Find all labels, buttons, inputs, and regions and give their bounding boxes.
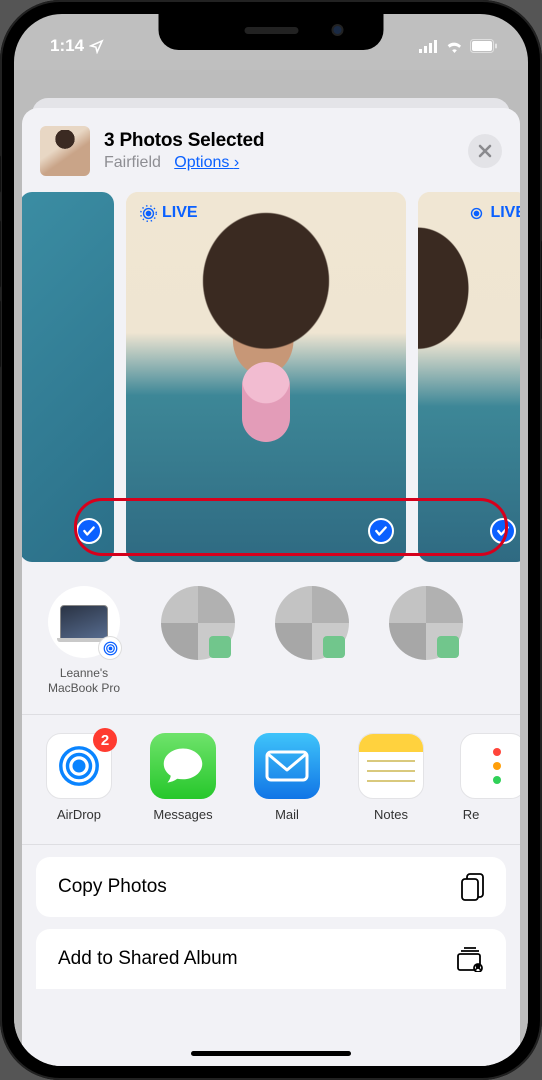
app-messages[interactable]: Messages [148, 733, 218, 822]
share-sheet-header: 3 Photos Selected Fairfield Options › [22, 108, 520, 192]
app-label: Mail [252, 807, 322, 822]
selection-check-icon[interactable] [76, 518, 102, 544]
photo-thumbnail-next[interactable]: LIVE [418, 192, 520, 562]
volume-up-button [0, 220, 1, 288]
live-badge: LIVE [140, 204, 198, 222]
screen: 1:14 3 Photos Selected Fairfield Options… [14, 14, 528, 1066]
cellular-signal-icon [419, 40, 439, 53]
airdrop-contact-device[interactable]: Leanne's MacBook Pro [42, 586, 126, 696]
app-mail[interactable]: Mail [252, 733, 322, 822]
app-badge: 2 [93, 728, 117, 752]
location-arrow-icon [89, 39, 104, 54]
copy-icon [460, 872, 486, 902]
share-apps-row[interactable]: 2 AirDrop Messages Mail [22, 715, 520, 836]
airdrop-contact-blurred[interactable] [270, 586, 354, 696]
live-badge: LIVE [468, 204, 520, 222]
close-button[interactable] [468, 134, 502, 168]
airdrop-icon [56, 743, 102, 789]
app-label: Notes [356, 807, 426, 822]
action-add-to-shared-album[interactable]: Add to Shared Album [36, 929, 506, 989]
app-label: AirDrop [44, 807, 114, 822]
volume-down-button [0, 300, 1, 368]
airdrop-contact-blurred[interactable] [156, 586, 240, 696]
messages-icon [162, 746, 204, 786]
notes-icon [358, 733, 424, 799]
phone-frame: 1:14 3 Photos Selected Fairfield Options… [0, 0, 542, 1080]
wifi-icon [445, 39, 464, 53]
airdrop-contact-label: Leanne's MacBook Pro [42, 666, 126, 696]
selection-title: 3 Photos Selected [104, 130, 454, 152]
live-photo-icon [140, 205, 157, 222]
airdrop-contacts-row[interactable]: Leanne's MacBook Pro [22, 562, 520, 706]
live-photo-icon [468, 205, 485, 222]
notch [159, 14, 384, 50]
app-label: Re [460, 807, 482, 822]
actions-list: Copy Photos Add to Shared Album [22, 845, 520, 989]
macbook-icon [60, 605, 108, 639]
photo-thumbnail-main[interactable]: LIVE [126, 192, 406, 562]
options-link[interactable]: Options › [174, 154, 239, 171]
airdrop-badge-icon [98, 636, 122, 660]
app-airdrop[interactable]: 2 AirDrop [44, 733, 114, 822]
action-copy-photos[interactable]: Copy Photos [36, 857, 506, 917]
airdrop-contact-blurred[interactable] [384, 586, 468, 696]
silent-switch [0, 155, 1, 193]
reminders-icon [485, 748, 501, 784]
close-icon [478, 144, 492, 158]
status-time: 1:14 [50, 36, 84, 56]
selection-thumbnail [40, 126, 90, 176]
photos-carousel[interactable]: LIVE LIVE [22, 192, 520, 562]
app-notes[interactable]: Notes [356, 733, 426, 822]
app-reminders-partial[interactable]: Re [460, 733, 482, 822]
action-label: Add to Shared Album [58, 948, 238, 970]
home-indicator[interactable] [191, 1051, 351, 1056]
photo-thumbnail-prev[interactable] [22, 192, 114, 562]
shared-album-icon [456, 946, 486, 972]
battery-icon [470, 39, 498, 53]
share-sheet: 3 Photos Selected Fairfield Options › [22, 108, 520, 1066]
selection-check-icon[interactable] [368, 518, 394, 544]
selection-subtitle: Fairfield Options › [104, 154, 454, 172]
mail-icon [265, 750, 309, 782]
selection-location: Fairfield [104, 154, 161, 171]
app-label: Messages [148, 807, 218, 822]
selection-check-icon[interactable] [490, 518, 516, 544]
action-label: Copy Photos [58, 876, 167, 898]
